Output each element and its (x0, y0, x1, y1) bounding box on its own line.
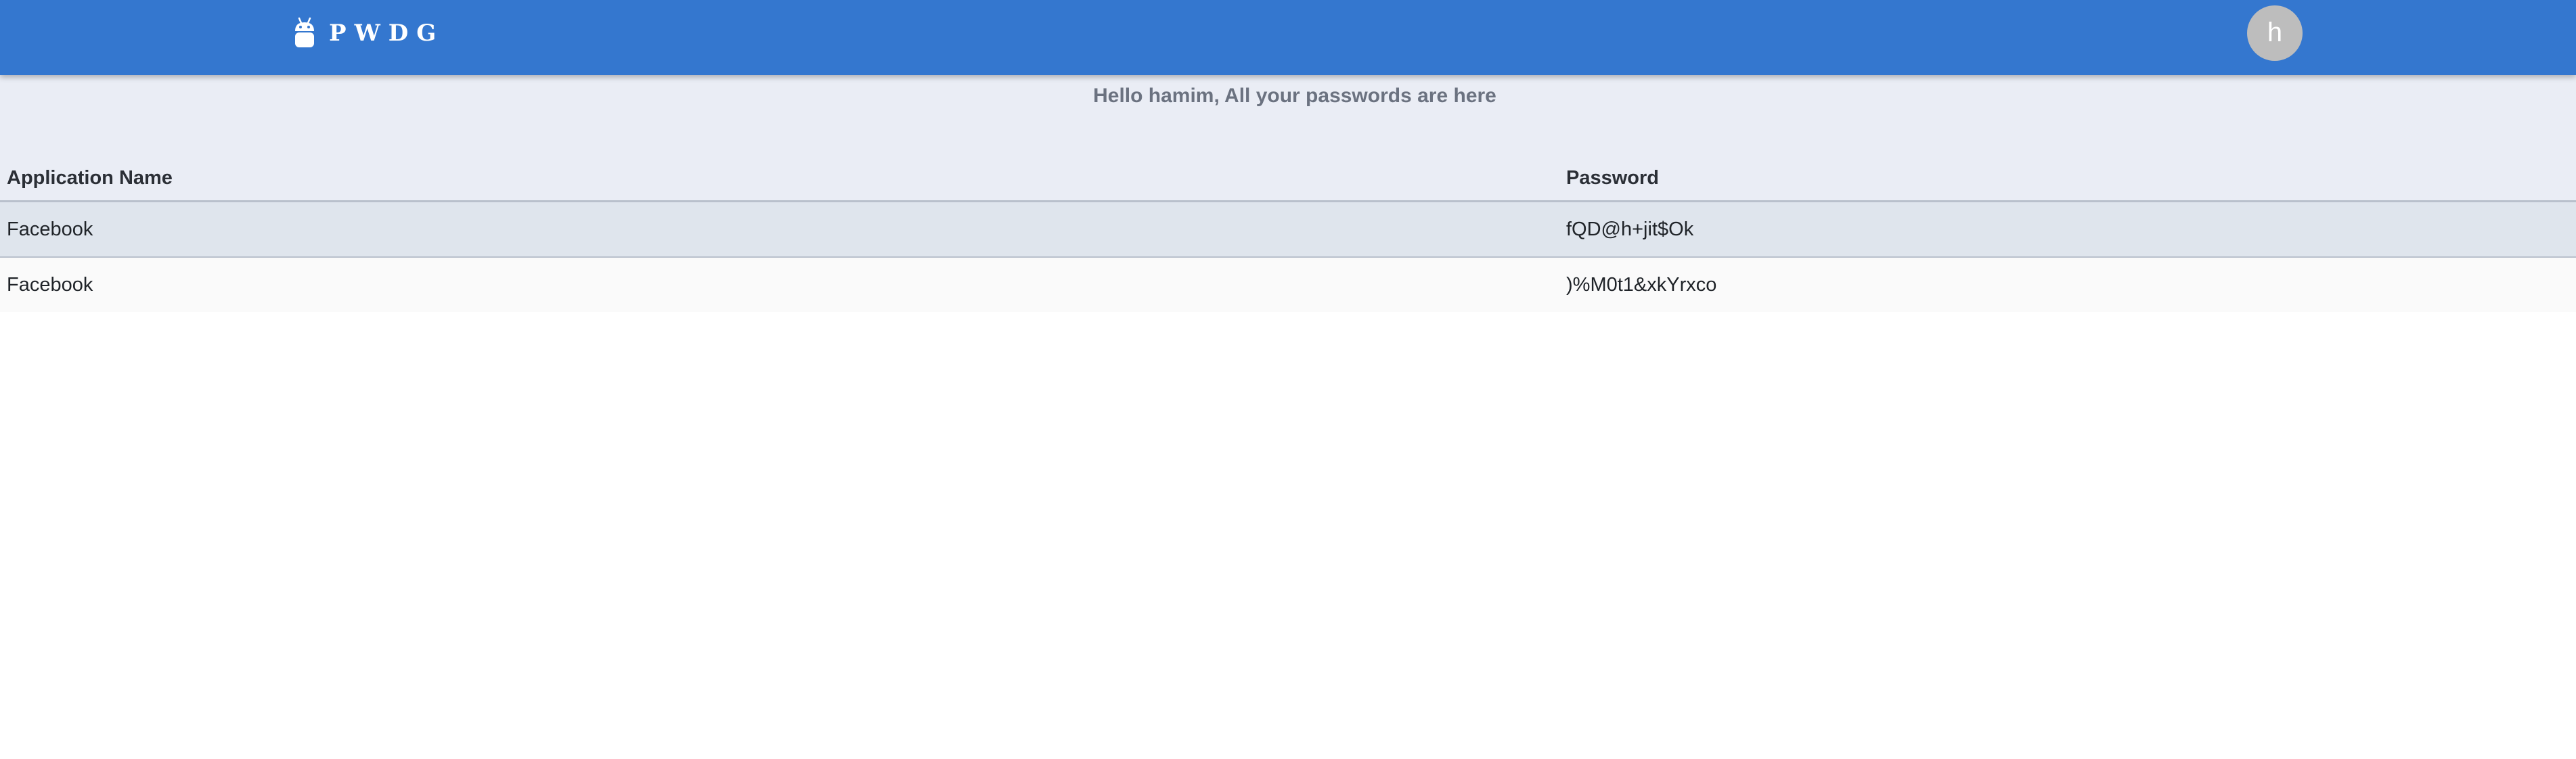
table-row[interactable]: Facebook )%M0t1&xkYrxco (0, 258, 2576, 312)
brand-name: PWDG (329, 20, 445, 47)
application-cell: Facebook (7, 273, 93, 296)
table-header-row: Application Name Password (0, 156, 2576, 202)
passwords-table: Application Name Password Facebook fQD@h… (0, 156, 2576, 312)
password-cell: )%M0t1&xkYrxco (1566, 273, 1717, 296)
column-header-application: Application Name (7, 166, 173, 189)
table-row[interactable]: Facebook fQD@h+jit$Ok (0, 202, 2576, 258)
android-icon (295, 17, 314, 47)
password-cell: fQD@h+jit$Ok (1566, 218, 1694, 240)
column-header-password: Password (1566, 166, 1659, 189)
top-navbar: PWDG h (0, 0, 2576, 75)
user-avatar[interactable]: h (2247, 5, 2303, 61)
brand-logo[interactable]: PWDG (292, 16, 444, 50)
greeting-text: Hello hamim, All your passwords are here (1093, 85, 1496, 107)
application-cell: Facebook (7, 218, 93, 240)
